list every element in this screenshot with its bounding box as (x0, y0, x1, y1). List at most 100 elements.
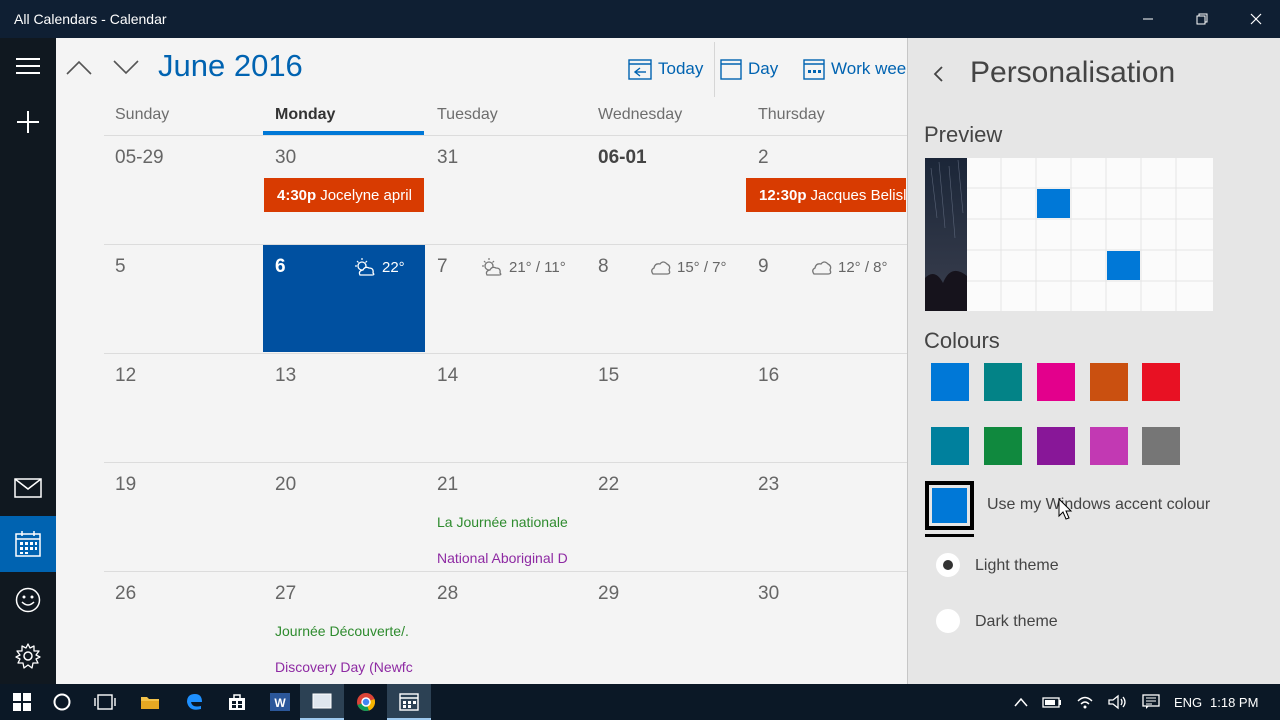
back-button[interactable] (932, 65, 952, 85)
date-cell-number[interactable]: 30 (275, 147, 296, 169)
word-button[interactable]: W (258, 684, 302, 720)
chrome-icon (357, 693, 376, 712)
mail-icon (14, 478, 42, 498)
weather-temp: 21° / 11° (509, 258, 566, 276)
dayname-monday: Monday (275, 106, 336, 123)
calendar-main: June 2016 Today Day Work wee Sunday Mond… (56, 38, 907, 684)
word-icon: W (270, 693, 290, 711)
date-cell-number[interactable]: 06-01 (598, 147, 647, 169)
date-cell-number[interactable]: 19 (115, 474, 136, 496)
people-button[interactable] (0, 572, 56, 628)
event-jocelyne[interactable]: 4:30p Jocelyne april (264, 178, 424, 212)
minimize-button[interactable] (1121, 0, 1175, 38)
day-view-button[interactable]: Day (720, 56, 778, 82)
colour-swatch[interactable] (1090, 363, 1128, 401)
event-national-aboriginal-day[interactable]: National Aboriginal D (437, 550, 577, 566)
today-button[interactable]: Today (628, 56, 703, 82)
colour-swatch[interactable] (984, 427, 1022, 465)
task-view-icon (94, 694, 116, 710)
date-cell-number[interactable]: 14 (437, 365, 458, 387)
date-cell-number[interactable]: 6 (275, 256, 286, 278)
date-cell-number[interactable]: 31 (437, 147, 458, 169)
colour-swatch[interactable] (1037, 427, 1075, 465)
accent-option-label[interactable]: Use my Windows accent colour (987, 496, 1210, 514)
date-cell-number[interactable]: 7 (437, 256, 448, 278)
event-time: 12:30p (759, 186, 807, 204)
restore-button[interactable] (1175, 0, 1229, 38)
colour-swatch[interactable] (1037, 363, 1075, 401)
date-cell-number[interactable]: 13 (275, 365, 296, 387)
input-language[interactable]: ENG (1174, 695, 1202, 710)
date-cell-number[interactable]: 28 (437, 583, 458, 605)
edge-button[interactable] (172, 684, 216, 720)
colour-swatch[interactable] (931, 427, 969, 465)
colour-swatch[interactable] (1090, 427, 1128, 465)
previous-month-button[interactable] (64, 52, 94, 82)
file-explorer-button[interactable] (128, 684, 172, 720)
date-cell-number[interactable]: 30 (758, 583, 779, 605)
date-cell-number[interactable]: 29 (598, 583, 619, 605)
battery-icon[interactable] (1042, 695, 1062, 709)
close-button[interactable] (1229, 0, 1280, 38)
weather-june9: 12° / 8° (810, 257, 888, 277)
volume-icon[interactable] (1108, 694, 1128, 710)
edge-browser-icon (187, 694, 202, 710)
work-week-button[interactable]: Work wee (803, 56, 906, 82)
task-view-button[interactable] (83, 684, 127, 720)
clock[interactable]: 1:18 PM (1210, 684, 1258, 720)
dark-theme-radio[interactable] (936, 609, 960, 633)
light-theme-radio[interactable] (936, 553, 960, 577)
event-la-journee-nationale[interactable]: La Journée nationale (437, 514, 587, 530)
wifi-icon[interactable] (1076, 694, 1094, 710)
show-hidden-icons-icon[interactable] (1014, 697, 1028, 707)
new-event-button[interactable] (0, 94, 56, 150)
next-month-button[interactable] (111, 52, 141, 82)
dayname-tuesday: Tuesday (437, 106, 498, 123)
dark-theme-label[interactable]: Dark theme (975, 613, 1058, 631)
calendar-taskbar-button[interactable] (387, 684, 431, 720)
cortana-button[interactable] (40, 684, 84, 720)
colour-swatch[interactable] (1142, 427, 1180, 465)
hamburger-button[interactable] (0, 38, 56, 94)
date-cell-number[interactable]: 12 (115, 365, 136, 387)
cloudy-icon (812, 261, 832, 275)
month-title[interactable]: June 2016 (158, 48, 303, 84)
event-discovery-day[interactable]: Discovery Day (Newfc (275, 659, 415, 675)
light-theme-label[interactable]: Light theme (975, 557, 1059, 575)
mail-button[interactable] (0, 460, 56, 516)
store-icon (229, 694, 245, 710)
date-cell-number[interactable]: 23 (758, 474, 779, 496)
date-cell-number[interactable]: 16 (758, 365, 779, 387)
date-cell-number[interactable]: 20 (275, 474, 296, 496)
action-center-icon[interactable] (1142, 694, 1160, 710)
date-cell-number[interactable]: 22 (598, 474, 619, 496)
dayname-sunday: Sunday (115, 106, 170, 123)
today-label: Today (658, 59, 704, 78)
mouse-cursor-icon (1058, 498, 1073, 520)
colour-swatch[interactable] (1142, 363, 1180, 401)
colour-swatch[interactable] (931, 363, 969, 401)
calendar-icon (399, 693, 419, 711)
calendar-icon (15, 531, 41, 557)
date-cell-number[interactable]: 5 (115, 256, 126, 278)
date-cell-number[interactable]: 27 (275, 583, 296, 605)
date-cell-number[interactable]: 15 (598, 365, 619, 387)
calendar-button[interactable] (0, 516, 56, 572)
date-cell-number[interactable]: 8 (598, 256, 609, 278)
photos-button[interactable] (300, 684, 344, 720)
gear-icon (15, 643, 41, 669)
settings-button[interactable] (0, 628, 56, 684)
date-cell-number[interactable]: 9 (758, 256, 769, 278)
date-cell-number[interactable]: 26 (115, 583, 136, 605)
event-jacques[interactable]: 12:30p Jacques Belisl (746, 178, 906, 212)
chrome-button[interactable] (344, 684, 388, 720)
accent-colour-swatch[interactable] (925, 481, 974, 530)
store-button[interactable] (215, 684, 259, 720)
partly-sunny-icon (355, 258, 375, 276)
event-journee-decouverte[interactable]: Journée Découverte/. (275, 623, 417, 639)
date-cell-number[interactable]: 21 (437, 474, 458, 496)
date-cell-number[interactable]: 05-29 (115, 147, 164, 169)
colour-swatch[interactable] (984, 363, 1022, 401)
start-button[interactable] (0, 684, 44, 720)
date-cell-number[interactable]: 2 (758, 147, 769, 169)
